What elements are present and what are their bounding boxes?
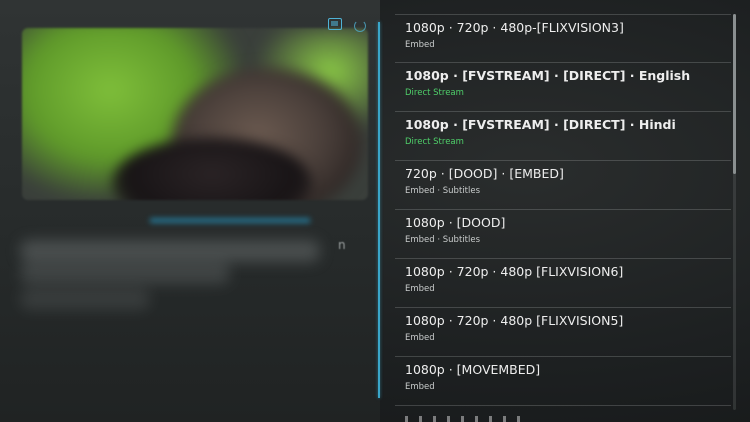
source-title: 1080p · [FVSTREAM] · [DIRECT] · English	[405, 68, 691, 83]
source-title: 1080p · [DOOD]	[405, 215, 506, 230]
source-subtitle: Embed	[405, 382, 435, 392]
blurred-text-row	[20, 240, 320, 262]
source-item[interactable]: 1080p · 720p · 480p-[FLIXVISION3] Embed	[395, 14, 731, 63]
source-title: 1080p · 720p · 480p [FLIXVISION6]	[405, 264, 624, 279]
source-subtitle: Embed · Subtitles	[405, 186, 481, 196]
source-subtitle: Embed · Subtitles	[405, 235, 481, 245]
source-title: 1080p · [FVSTREAM] · [DIRECT] · Hindi	[405, 117, 676, 132]
source-title: 1080p · 720p · 480p-[FLIXVISION3]	[405, 20, 624, 35]
source-item[interactable]: 1080p · 720p · 480p [FLIXVISION5] Embed	[395, 308, 731, 357]
source-subtitle: Direct Stream	[405, 88, 464, 98]
loading-icon	[354, 20, 366, 32]
source-subtitle: Embed	[405, 284, 435, 294]
source-item[interactable]: 720p · [DOOD] · [EMBED] Embed · Subtitle…	[395, 161, 731, 210]
source-subtitle: Embed	[405, 40, 435, 50]
panel-divider	[378, 22, 380, 398]
source-title: 1080p · 720p · 480p [FLIXVISION5]	[405, 313, 624, 328]
next-item-peek	[405, 416, 525, 422]
blurred-progress-streak	[150, 218, 310, 223]
source-item[interactable]: 1080p · [FVSTREAM] · [DIRECT] · English …	[395, 63, 731, 112]
scrollbar-thumb[interactable]	[733, 14, 736, 174]
blurred-text-row	[20, 262, 230, 284]
source-item[interactable]: 1080p · 720p · 480p [FLIXVISION6] Embed	[395, 259, 731, 308]
tv-icon[interactable]	[328, 18, 342, 30]
preview-panel: n	[0, 0, 380, 422]
source-list[interactable]: 1080p · 720p · 480p-[FLIXVISION3] Embed …	[395, 14, 731, 422]
source-item[interactable]: 1080p · [DOOD] Embed · Subtitles	[395, 210, 731, 259]
blurred-poster-image	[22, 28, 368, 200]
source-selection-screen: n 1080p · 720p · 480p-[FLIXVISION3] Embe…	[0, 0, 750, 422]
source-item[interactable]: 1080p · [MOVEMBED] Embed	[395, 357, 731, 406]
source-subtitle: Embed	[405, 333, 435, 343]
source-title: 1080p · [MOVEMBED]	[405, 362, 541, 377]
blurred-text-row	[20, 288, 150, 310]
source-subtitle: Direct Stream	[405, 137, 464, 147]
source-item[interactable]: 1080p · [FVSTREAM] · [DIRECT] · Hindi Di…	[395, 112, 731, 161]
blurred-text-fragment: n	[338, 238, 346, 252]
source-title: 720p · [DOOD] · [EMBED]	[405, 166, 564, 181]
